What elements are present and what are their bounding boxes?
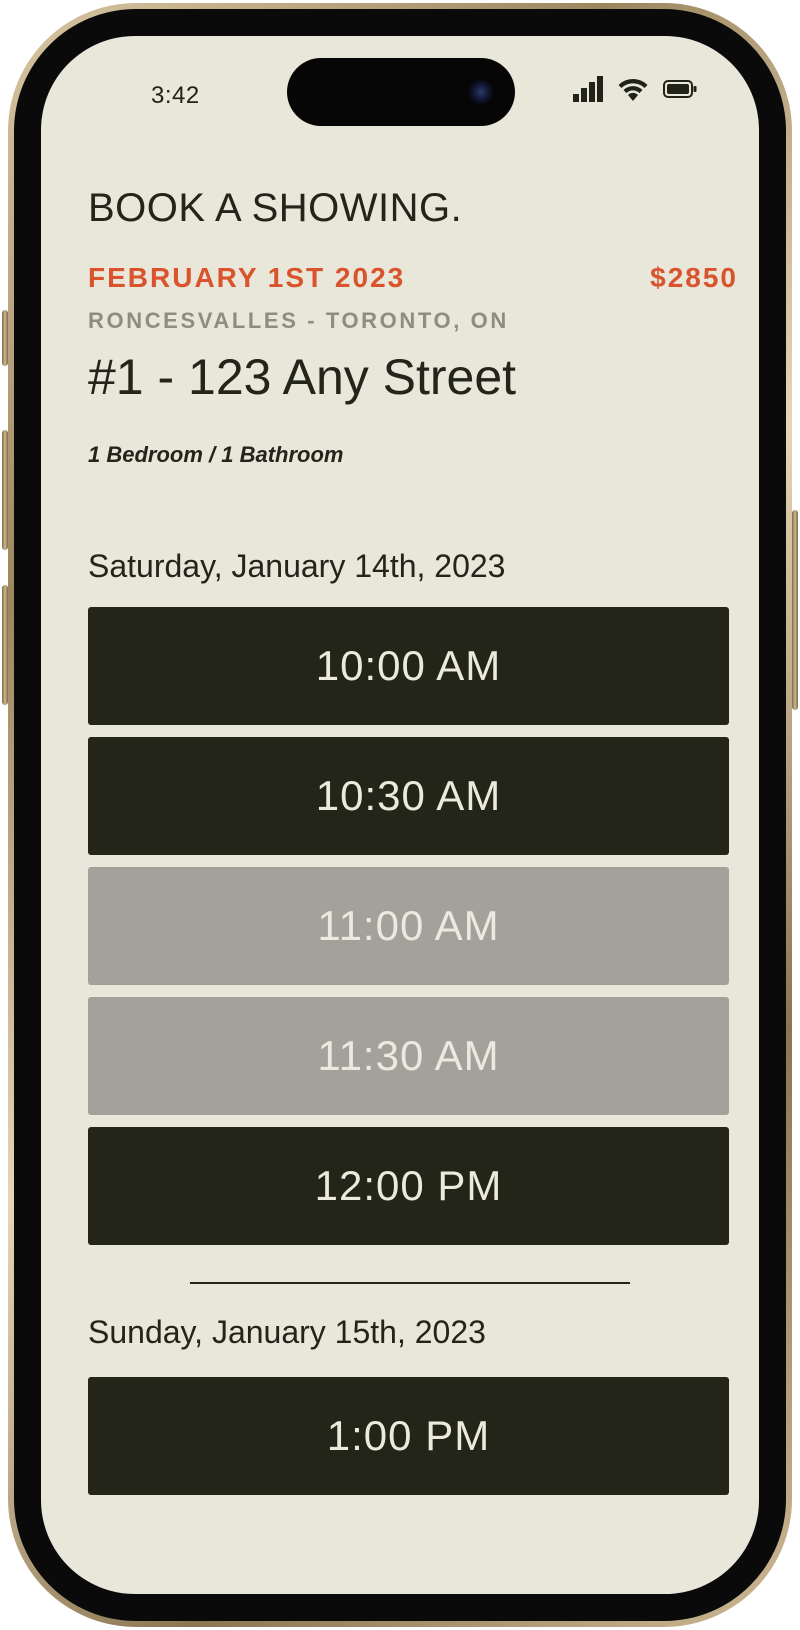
dynamic-island <box>287 58 515 126</box>
day-heading-sunday: Sunday, January 15th, 2023 <box>88 1314 486 1350</box>
front-camera <box>469 80 493 104</box>
time-slot-list-saturday: 10:00 AM 10:30 AM 11:00 AM 11:30 AM 12:0… <box>88 607 729 1245</box>
phone-screen: 3:42 BOOK A SHOWING. FEBRUARY 1ST 2023 $… <box>41 36 759 1594</box>
move-in-date: FEBRUARY 1ST 2023 <box>88 262 406 293</box>
room-summary: 1 Bedroom / 1 Bathroom <box>88 442 344 467</box>
listing-address: #1 - 123 Any Street <box>88 349 517 405</box>
time-slot-list-sunday: 1:00 PM <box>88 1377 729 1495</box>
action-button <box>2 310 8 366</box>
day-divider <box>190 1282 630 1284</box>
volume-down-button <box>2 585 8 705</box>
time-slot-button-unavailable: 11:00 AM <box>88 867 729 985</box>
page-title: BOOK A SHOWING. <box>88 186 463 230</box>
time-slot-button-unavailable: 11:30 AM <box>88 997 729 1115</box>
time-slot-button[interactable]: 10:00 AM <box>88 607 729 725</box>
wifi-icon <box>618 78 648 101</box>
booking-content: BOOK A SHOWING. FEBRUARY 1ST 2023 $2850 … <box>88 186 736 1507</box>
listing-meta: FEBRUARY 1ST 2023 $2850 <box>88 262 736 302</box>
status-icons <box>573 76 697 102</box>
listing-price: $2850 <box>650 262 738 293</box>
signal-icon <box>573 76 603 102</box>
day-heading-saturday: Saturday, January 14th, 2023 <box>88 548 506 584</box>
neighbourhood-label: RONCESVALLES - TORONTO, ON <box>88 308 509 333</box>
time-slot-button[interactable]: 12:00 PM <box>88 1127 729 1245</box>
power-button <box>792 510 798 710</box>
volume-up-button <box>2 430 8 550</box>
time-slot-button[interactable]: 10:30 AM <box>88 737 729 855</box>
time-slot-button[interactable]: 1:00 PM <box>88 1377 729 1495</box>
battery-icon <box>663 80 697 98</box>
status-time: 3:42 <box>151 82 200 109</box>
